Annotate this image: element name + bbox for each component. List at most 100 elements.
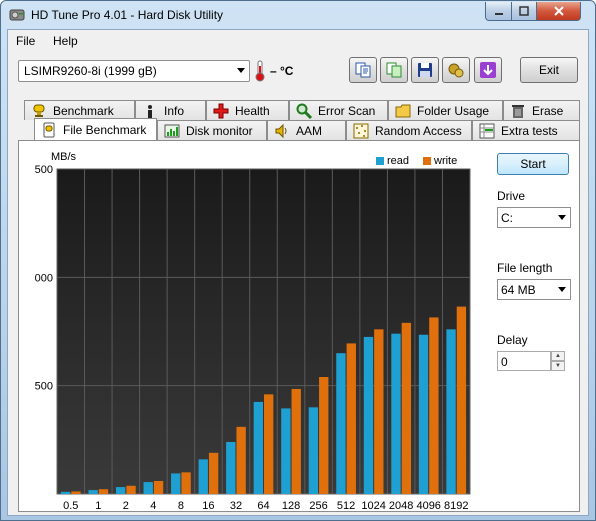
bar-write [98,489,109,494]
file-benchmark-panel: MB/s 500 000 500 0.5 1 2 4 8 16 32 64 128 256 512 102… [18,140,580,512]
bar-write [264,394,274,494]
x-tick-label: 2048 [389,500,413,512]
health-icon [213,103,229,118]
error-scan-icon [296,103,312,119]
minimize-icon [494,13,503,15]
folder-icon [395,104,411,117]
tab-health[interactable]: Health [206,100,289,120]
tab-label: Benchmark [53,103,114,118]
tab-error-scan[interactable]: Error Scan [289,100,388,120]
thermometer-icon [255,60,265,82]
benchmark-icon [33,104,45,117]
tab-label: Random Access [375,123,462,138]
extra-tests-icon [479,123,495,138]
benchmark-chart: MB/s 500 000 500 0.5 1 2 4 8 16 32 64 128 256 512 102… [35,151,471,512]
maximize-button[interactable] [511,2,537,21]
minimize-button[interactable] [485,2,512,21]
bar-write [456,306,467,494]
save-button[interactable] [411,57,439,83]
delay-label: Delay [497,333,528,347]
x-tick-label: 8192 [444,500,468,512]
x-tick-label: 512 [337,500,355,512]
options-icon [448,63,464,78]
x-tick-label: 0.5 [63,500,78,512]
copy-screenshot-button[interactable] [380,57,408,83]
bar-read [391,333,401,494]
tab-aam[interactable]: AAM [267,120,346,140]
x-tick-label: 32 [230,500,242,512]
x-tick-label: 1024 [361,500,385,512]
random-access-icon [353,123,369,138]
bar-read [143,482,153,494]
spin-up-button[interactable]: ▲ [551,351,565,361]
x-tick-label: 8 [178,500,184,512]
x-tick-label: 2 [123,500,129,512]
menu-file[interactable]: File [16,34,35,48]
window-title: HD Tune Pro 4.01 - Hard Disk Utility [31,8,224,22]
y-tick-label: 500 [35,381,53,393]
file-length-select[interactable]: 64 MB [497,279,571,300]
disk-monitor-icon [164,124,180,137]
title-bar[interactable]: HD Tune Pro 4.01 - Hard Disk Utility [1,1,595,29]
drive-letter-select[interactable]: C: [497,207,571,228]
legend-write-label: write [433,155,457,167]
tab-label: Extra tests [501,123,558,138]
bar-read [418,334,429,494]
bar-read [115,487,126,494]
chevron-down-icon [237,68,245,73]
legend-read-label: read [387,155,409,167]
tab-file-benchmark[interactable]: File Benchmark [34,118,157,140]
tab-disk-monitor[interactable]: Disk monitor [157,120,267,140]
copy-info-icon [355,62,371,78]
file-length-value: 64 MB [501,283,536,297]
tab-benchmark[interactable]: Benchmark [24,100,135,120]
delay-input[interactable]: 0 [497,351,551,371]
close-button[interactable] [536,2,581,21]
tab-label: File Benchmark [63,122,147,137]
tab-extra-tests[interactable]: Extra tests [472,120,580,140]
tab-label: Disk monitor [186,123,253,138]
legend: read write [376,155,457,167]
close-icon [553,6,564,16]
bar-read [88,490,98,494]
bar-read [171,473,181,494]
options-button[interactable] [442,57,470,83]
drive-select[interactable]: LSIMR9260-8i (1999 gB) [18,60,250,82]
save-icon [418,63,432,77]
tab-label: Erase [532,103,564,118]
x-tick-label: 256 [309,500,327,512]
copy-info-button[interactable] [349,57,377,83]
bar-read [253,401,263,494]
drive-select-value: LSIMR9260-8i (1999 gB) [24,64,157,78]
tab-erase[interactable]: Erase [503,100,580,120]
menu-bar: File Help [8,30,588,52]
drive-letter-value: C: [501,211,513,225]
bar-write [126,485,136,494]
copy-screenshot-icon [386,62,402,78]
tab-label: Info [164,103,185,118]
down-arrow-icon [480,62,496,78]
start-button[interactable]: Start [497,153,569,175]
spin-down-button[interactable]: ▼ [551,361,565,371]
bar-read [198,459,208,494]
bar-write [291,388,301,494]
delay-spinner: ▲ ▼ [551,351,565,371]
x-tick-label: 64 [257,500,269,512]
bar-write [181,472,191,494]
erase-icon [512,104,524,118]
y-axis-label: MB/s [51,151,77,163]
y-tick-label: 000 [35,272,53,284]
bar-read [281,408,291,494]
tab-random-access[interactable]: Random Access [346,120,472,140]
tab-label: AAM [296,123,323,138]
tab-folder-usage[interactable]: Folder Usage [388,100,503,120]
tab-info[interactable]: Info [135,100,206,120]
file-benchmark-icon [43,122,55,137]
exit-button[interactable]: Exit [520,57,578,83]
bar-write [153,481,164,494]
legend-read-swatch [376,157,384,165]
main-window: HD Tune Pro 4.01 - Hard Disk Utility Fil… [0,0,596,521]
menu-help[interactable]: Help [53,34,78,48]
x-tick-label: 16 [202,500,214,512]
down-arrow-button[interactable] [474,57,502,83]
